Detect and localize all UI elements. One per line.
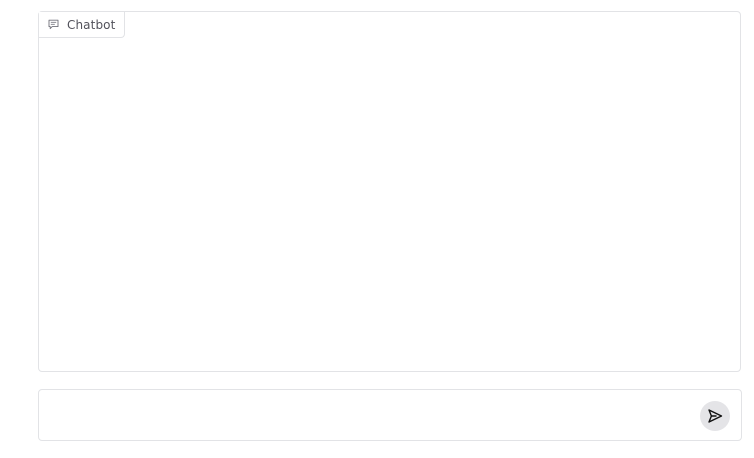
chatbot-label: Chatbot (39, 12, 126, 38)
chat-bubble-icon (48, 19, 59, 30)
chat-app: Chatbot (0, 0, 754, 458)
chatbot-label-text: Chatbot (67, 17, 116, 32)
message-input[interactable] (49, 400, 689, 430)
message-composer (38, 389, 742, 441)
chatbot-panel: Chatbot (38, 11, 741, 372)
send-icon (707, 408, 723, 424)
message-list[interactable] (39, 38, 740, 371)
send-button[interactable] (700, 401, 730, 431)
